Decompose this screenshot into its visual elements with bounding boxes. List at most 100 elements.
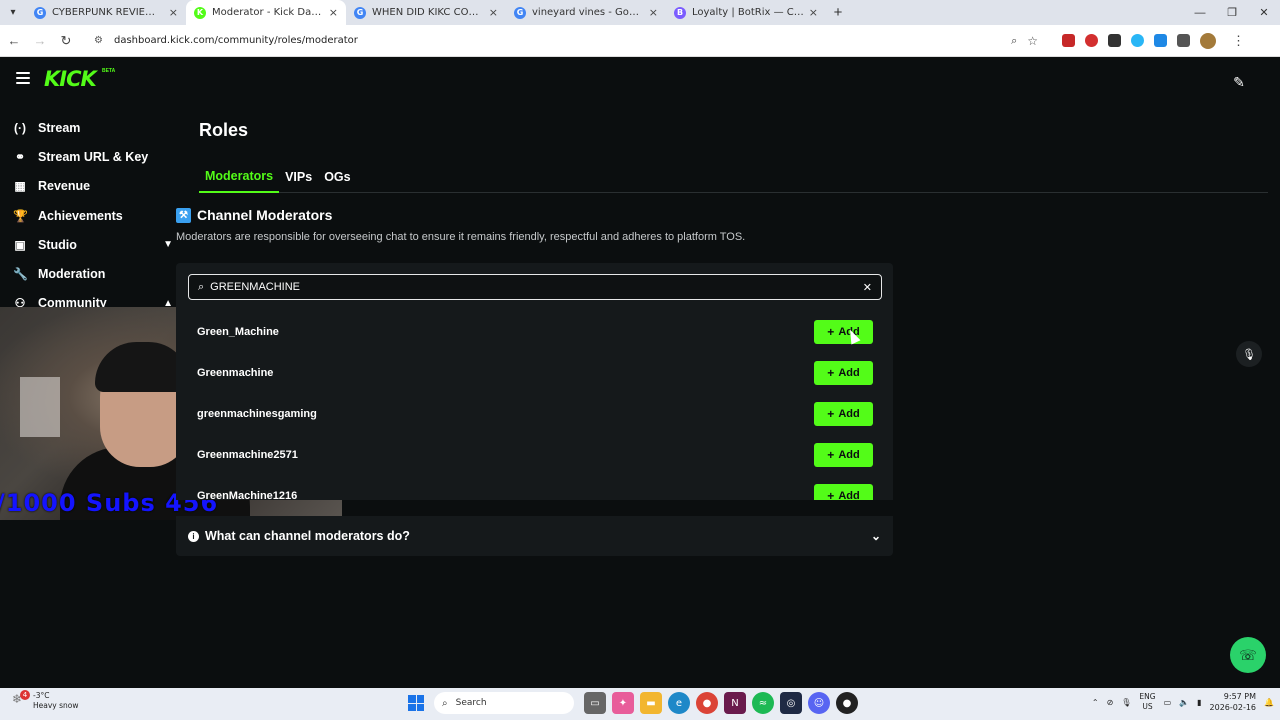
language-indicator[interactable]: ENG US bbox=[1139, 692, 1155, 712]
address-bar[interactable]: ⚙ dashboard.kick.com/community/roles/mod… bbox=[86, 28, 1046, 53]
add-moderator-button[interactable]: + Add bbox=[814, 442, 873, 467]
bookmark-star-icon[interactable]: ☆ bbox=[1027, 34, 1038, 48]
tab-vips[interactable]: VIPs bbox=[279, 160, 318, 193]
extension-icon[interactable] bbox=[1154, 34, 1167, 47]
taskbar-search[interactable]: ⌕ Search bbox=[434, 692, 574, 714]
window-controls: — ❐ ✕ bbox=[1184, 0, 1280, 25]
clock-date: 2026-02-16 bbox=[1209, 703, 1257, 712]
kick-logo[interactable]: KICK bbox=[44, 67, 97, 91]
page-title: Roles bbox=[199, 120, 249, 140]
display-icon[interactable]: ▭ bbox=[1164, 698, 1172, 707]
section-description: Moderators are responsible for overseein… bbox=[176, 231, 746, 243]
sidebar-item-label: Stream URL & Key bbox=[38, 149, 149, 164]
sidebar-item-studio[interactable]: ▣ Studio ▼ bbox=[0, 230, 190, 259]
site-info-icon[interactable]: ⚙ bbox=[94, 35, 108, 46]
user-profile-icon[interactable]: ✎ bbox=[1228, 71, 1250, 93]
mic-tray-icon[interactable]: 🎙 bbox=[1121, 698, 1131, 707]
file-explorer-icon[interactable]: ▬ bbox=[640, 692, 662, 714]
weather-widget[interactable]: ❄ 4 -3°C Heavy snow bbox=[12, 690, 79, 711]
result-row: Greenmachine + Add bbox=[197, 352, 873, 393]
mic-icon[interactable]: 🎙 bbox=[1236, 341, 1262, 367]
moderator-search-card: ⌕ GREENMACHINE ✕ Green_Machine + Add Greenm… bbox=[176, 263, 893, 500]
sidebar: (·) Stream ⚭ Stream URL & Key ▦ Revenue 🏆 Achie… bbox=[0, 113, 190, 318]
support-chat-icon[interactable]: ☏ bbox=[1230, 637, 1266, 673]
favicon-icon: G bbox=[34, 6, 46, 19]
sidebar-item-achievements[interactable]: 🏆 Achievements bbox=[0, 201, 190, 230]
close-tab-icon[interactable]: × bbox=[649, 6, 658, 19]
chrome-icon[interactable]: ● bbox=[696, 692, 718, 714]
extension-icon[interactable] bbox=[1085, 34, 1098, 47]
chevron-down-icon: ⌄ bbox=[870, 529, 881, 543]
result-row: Green_Machine + Add bbox=[197, 311, 873, 352]
discord-icon[interactable]: ☺ bbox=[808, 692, 830, 714]
spotify-icon[interactable]: ≈ bbox=[752, 692, 774, 714]
link-icon: ⚭ bbox=[14, 149, 26, 164]
minimize-button[interactable]: — bbox=[1184, 0, 1216, 25]
volume-icon[interactable]: 🔈 bbox=[1179, 698, 1189, 707]
add-moderator-button[interactable]: + Add bbox=[814, 401, 873, 426]
sidebar-item-revenue[interactable]: ▦ Revenue bbox=[0, 172, 190, 201]
sidebar-item-stream[interactable]: (·) Stream bbox=[0, 113, 190, 142]
clear-search-icon[interactable]: ✕ bbox=[863, 281, 872, 294]
back-button[interactable]: ← bbox=[2, 29, 26, 53]
reload-button[interactable]: ↻ bbox=[54, 29, 78, 53]
result-row: GreenMachine1216 + Add bbox=[197, 475, 873, 500]
obs-icon[interactable]: ● bbox=[836, 692, 858, 714]
moderator-search-input[interactable]: ⌕ GREENMACHINE ✕ bbox=[188, 274, 882, 300]
sidebar-item-moderation[interactable]: 🔧 Moderation bbox=[0, 259, 190, 288]
extension-icon[interactable] bbox=[1062, 34, 1075, 47]
close-tab-icon[interactable]: × bbox=[809, 6, 818, 19]
zoom-icon[interactable]: ⌕ bbox=[1011, 34, 1017, 48]
close-tab-icon[interactable]: × bbox=[329, 6, 338, 19]
browser-tab[interactable]: Gvineyard vines - Google Search × bbox=[506, 0, 666, 25]
tab-title: Loyalty | BotRix — Cloud Stream bbox=[692, 7, 805, 18]
hammer-icon: ⚒ bbox=[176, 207, 191, 223]
chevron-down-icon[interactable]: ▼ bbox=[163, 239, 173, 250]
close-window-button[interactable]: ✕ bbox=[1248, 0, 1280, 25]
faq-accordion[interactable]: i What can channel moderators do? ⌄ bbox=[176, 516, 893, 556]
add-moderator-button[interactable]: + Add bbox=[814, 319, 873, 344]
tab-title: CYBERPUNK REVIEWS - Google bbox=[52, 7, 165, 18]
tray-chevron-icon[interactable]: ⌃ bbox=[1092, 698, 1099, 707]
new-tab-button[interactable]: + bbox=[826, 0, 850, 25]
browser-tab[interactable]: G WHEN DID KIKC COME OUIT - × bbox=[346, 0, 506, 25]
snow-icon: ❄ 4 bbox=[12, 690, 30, 710]
browser-toolbar: ← → ↻ ⚙ dashboard.kick.com/community/rol… bbox=[0, 25, 1280, 57]
extension-icon[interactable] bbox=[1131, 34, 1144, 47]
battery-icon[interactable]: ▮ bbox=[1197, 698, 1201, 707]
tab-ogs[interactable]: OGs bbox=[318, 160, 356, 193]
clock[interactable]: 9:57 PM 2026-02-16 bbox=[1210, 691, 1257, 713]
browser-tab[interactable]: K Moderator - Kick Dashboard × bbox=[186, 0, 346, 25]
tab-title: Moderator - Kick Dashboard bbox=[212, 7, 325, 18]
start-button[interactable] bbox=[408, 695, 424, 711]
app-icon[interactable]: ◎ bbox=[780, 692, 802, 714]
tab-search-button[interactable]: ▾ bbox=[0, 0, 26, 25]
browser-tab[interactable]: B Loyalty | BotRix — Cloud Stream × bbox=[666, 0, 826, 25]
browser-menu-icon[interactable]: ⋮ bbox=[1232, 33, 1245, 49]
add-moderator-button[interactable]: + Add bbox=[814, 483, 873, 501]
sidebar-item-label: Moderation bbox=[38, 267, 106, 282]
copilot-icon[interactable]: ✦ bbox=[612, 692, 634, 714]
edge-icon[interactable]: e bbox=[668, 692, 690, 714]
tab-moderators[interactable]: Moderators bbox=[199, 160, 280, 193]
close-tab-icon[interactable]: × bbox=[489, 6, 498, 19]
plus-icon: + bbox=[827, 406, 835, 421]
profile-avatar[interactable] bbox=[1200, 32, 1216, 49]
menu-toggle-icon[interactable] bbox=[16, 72, 30, 84]
restore-button[interactable]: ❐ bbox=[1216, 0, 1248, 25]
kick-dashboard: KICK BETA ✎ (·) Stream ⚭ Stream URL & Key ▦ R… bbox=[0, 57, 1280, 688]
task-view-icon[interactable]: ▭ bbox=[584, 692, 606, 714]
sidebar-item-stream-url-key[interactable]: ⚭ Stream URL & Key bbox=[0, 142, 190, 171]
plus-icon: + bbox=[827, 488, 835, 501]
result-row: Greenmachine2571 + Add bbox=[197, 434, 873, 475]
forward-button[interactable]: → bbox=[28, 29, 52, 53]
extension-icon[interactable] bbox=[1108, 34, 1121, 47]
add-moderator-button[interactable]: + Add bbox=[814, 360, 873, 385]
network-icon[interactable]: ⊘ bbox=[1107, 698, 1114, 707]
sidebar-item-label: Revenue bbox=[38, 179, 91, 194]
notification-bell-icon[interactable]: 🔔 bbox=[1264, 698, 1274, 707]
app-icon[interactable]: N bbox=[724, 692, 746, 714]
browser-tab[interactable]: G CYBERPUNK REVIEWS - Google × bbox=[26, 0, 186, 25]
close-tab-icon[interactable]: × bbox=[169, 6, 178, 19]
extensions-puzzle-icon[interactable] bbox=[1177, 34, 1190, 47]
